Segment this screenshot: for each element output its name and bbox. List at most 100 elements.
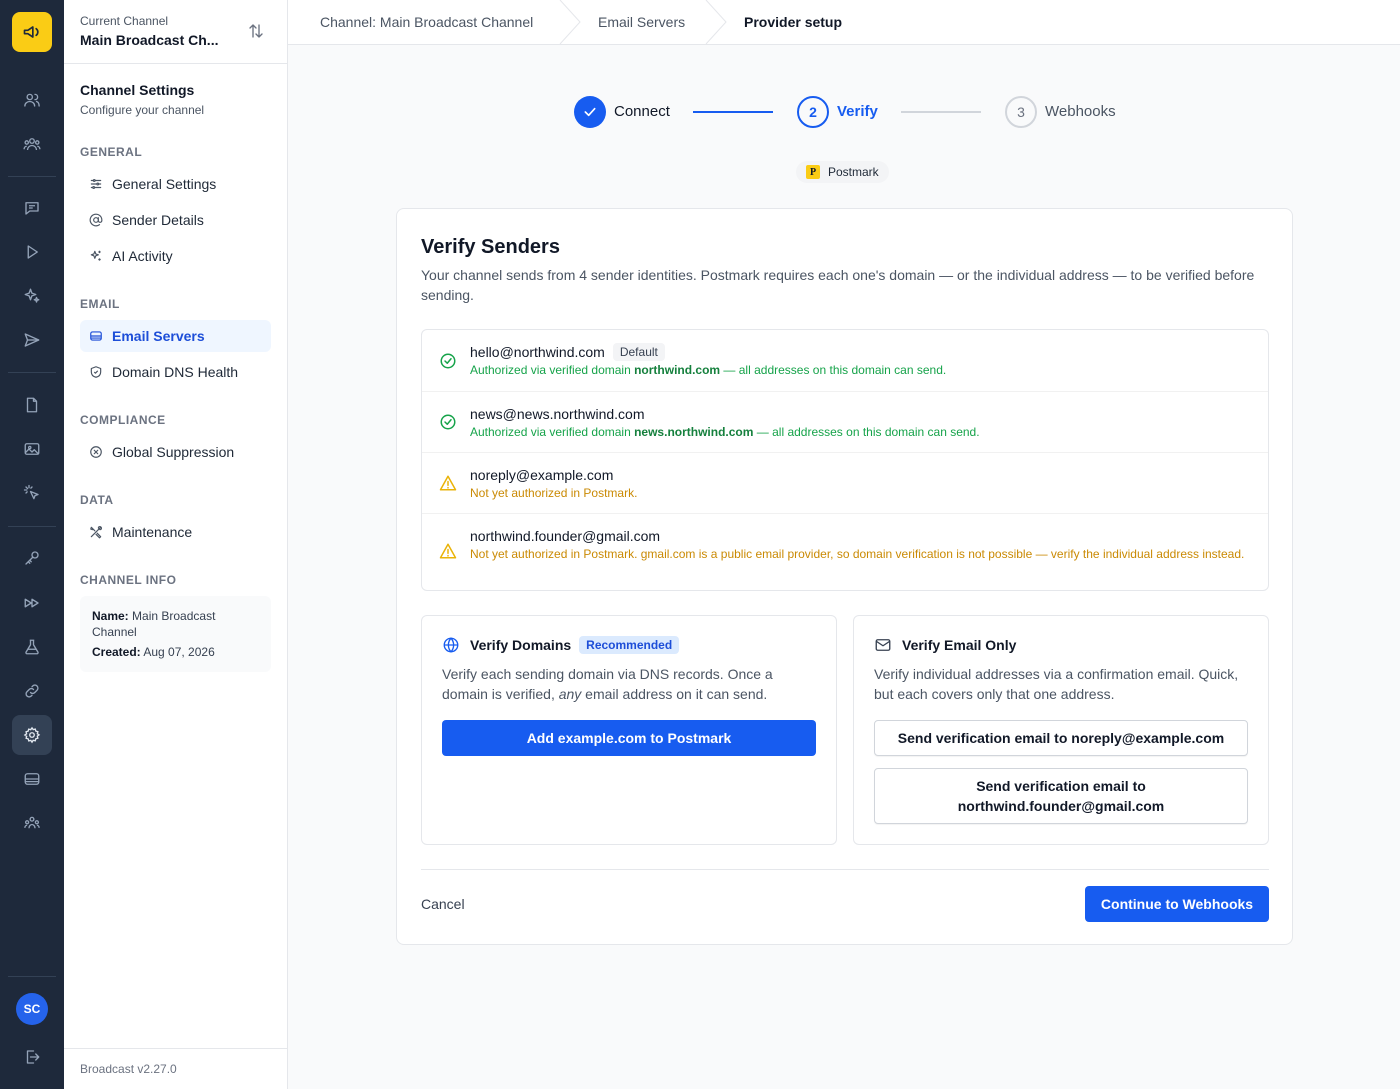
recommended-badge: Recommended bbox=[579, 636, 680, 654]
users-icon[interactable] bbox=[12, 80, 52, 120]
channel-name: Main Broadcast Ch... bbox=[80, 32, 219, 48]
at-sign-icon bbox=[88, 212, 104, 228]
breadcrumb-separator-icon bbox=[559, 0, 581, 44]
sender-row: northwind.founder@gmail.com Not yet auth… bbox=[422, 514, 1268, 591]
verify-email-title: Verify Email Only bbox=[902, 637, 1017, 653]
user-group-icon[interactable] bbox=[12, 124, 52, 164]
breadcrumb-provider-setup: Provider setup bbox=[744, 14, 843, 30]
channel-info-name: Name: Main Broadcast Channel bbox=[92, 609, 216, 639]
section-label-channel-info: CHANNEL INFO bbox=[80, 573, 177, 587]
channel-info-box: Name: Main Broadcast Channel Created: Au… bbox=[80, 596, 271, 672]
breadcrumb-channel[interactable]: Channel: Main Broadcast Channel bbox=[320, 0, 533, 44]
app-version: Broadcast v2.27.0 bbox=[64, 1048, 287, 1089]
verify-domains-description: Verify each sending domain via DNS recor… bbox=[442, 666, 773, 702]
megaphone-icon[interactable] bbox=[12, 12, 52, 52]
section-label-general: GENERAL bbox=[80, 145, 143, 159]
shield-icon bbox=[88, 364, 104, 380]
send-icon[interactable] bbox=[12, 320, 52, 360]
chat-icon[interactable] bbox=[12, 188, 52, 228]
document-icon[interactable] bbox=[12, 385, 52, 425]
provider-badge: P Postmark bbox=[796, 161, 889, 183]
swap-icon[interactable] bbox=[247, 22, 265, 40]
step-connector bbox=[901, 111, 981, 113]
sidebar-item-ai-activity[interactable]: AI Activity bbox=[80, 240, 271, 272]
provider-name: Postmark bbox=[828, 165, 879, 179]
sidebar-item-domain-dns-health[interactable]: Domain DNS Health bbox=[80, 356, 271, 388]
sidebar-item-label: Email Servers bbox=[112, 328, 205, 344]
sender-email: news@news.northwind.com bbox=[470, 406, 645, 422]
logout-icon[interactable] bbox=[12, 1037, 52, 1077]
section-label-email: EMAIL bbox=[80, 297, 120, 311]
sparkles-icon[interactable] bbox=[12, 276, 52, 316]
sender-status: Authorized via verified domain news.nort… bbox=[470, 425, 980, 439]
page-title: Verify Senders bbox=[421, 236, 560, 258]
warning-icon bbox=[439, 474, 457, 492]
verify-domains-header: Verify Domains Recommended bbox=[442, 636, 680, 654]
continue-button[interactable]: Continue to Webhooks bbox=[1085, 886, 1269, 922]
add-domain-button[interactable]: Add example.com to Postmark bbox=[442, 720, 816, 756]
sender-row: news@news.northwind.com Authorized via v… bbox=[422, 392, 1268, 453]
cursor-click-icon[interactable] bbox=[12, 473, 52, 513]
step-connector bbox=[693, 111, 773, 113]
sidebar-item-label: Sender Details bbox=[112, 212, 204, 228]
verify-email-description: Verify individual addresses via a confir… bbox=[874, 666, 1239, 702]
forward-icon[interactable] bbox=[12, 583, 52, 623]
play-icon[interactable] bbox=[12, 232, 52, 272]
step-number-webhooks: 3 bbox=[1005, 96, 1037, 128]
sliders-icon bbox=[88, 176, 104, 192]
image-icon[interactable] bbox=[12, 429, 52, 469]
sender-row: noreply@example.com Not yet authorized i… bbox=[422, 453, 1268, 514]
team-icon[interactable] bbox=[12, 803, 52, 843]
breadcrumb-email-servers[interactable]: Email Servers bbox=[598, 0, 685, 44]
settings-sidebar: Current Channel Main Broadcast Ch... Cha… bbox=[64, 0, 288, 1089]
key-icon[interactable] bbox=[12, 538, 52, 578]
sparkles-icon bbox=[88, 248, 104, 264]
verify-domains-title: Verify Domains bbox=[470, 637, 572, 653]
verify-domains-option: Verify Domains Recommended Verify each s… bbox=[421, 615, 837, 845]
channel-switcher[interactable]: Current Channel Main Broadcast Ch... bbox=[64, 0, 287, 64]
step-label-connect: Connect bbox=[614, 103, 670, 120]
sidebar-item-maintenance[interactable]: Maintenance bbox=[80, 516, 271, 548]
sidebar-item-global-suppression[interactable]: Global Suppression bbox=[80, 436, 271, 468]
sidebar-item-label: Domain DNS Health bbox=[112, 364, 239, 380]
gear-icon[interactable] bbox=[12, 715, 52, 755]
step-number-verify: 2 bbox=[797, 96, 829, 128]
default-badge: Default bbox=[612, 343, 665, 361]
sidebar-item-label: General Settings bbox=[112, 176, 217, 192]
sender-row: hello@northwind.com Default Authorized v… bbox=[422, 330, 1268, 392]
sidebar-item-label: Maintenance bbox=[112, 524, 193, 540]
server-icon[interactable] bbox=[12, 759, 52, 799]
section-label-data: DATA bbox=[80, 493, 114, 507]
beaker-icon[interactable] bbox=[12, 627, 52, 667]
step-complete-check-icon bbox=[574, 96, 606, 128]
link-icon[interactable] bbox=[12, 671, 52, 711]
x-circle-icon bbox=[88, 444, 104, 460]
avatar[interactable]: SC bbox=[16, 993, 48, 1025]
verify-email-option: Verify Email Only Verify individual addr… bbox=[853, 615, 1269, 845]
sidebar-item-label: AI Activity bbox=[112, 248, 173, 264]
sidebar-item-general-settings[interactable]: General Settings bbox=[80, 168, 271, 200]
sender-list: hello@northwind.com Default Authorized v… bbox=[421, 329, 1269, 591]
sender-email: hello@northwind.com Default bbox=[470, 343, 665, 361]
cancel-button[interactable]: Cancel bbox=[421, 895, 465, 913]
icon-rail: SC bbox=[0, 0, 64, 1089]
step-label-verify: Verify bbox=[837, 103, 878, 120]
tools-icon bbox=[88, 524, 104, 540]
sidebar-title: Channel Settings bbox=[80, 82, 195, 98]
send-verification-button-noreply[interactable]: Send verification email to noreply@examp… bbox=[874, 720, 1248, 756]
channel-info-created: Created: Aug 07, 2026 bbox=[92, 645, 215, 659]
verify-email-header: Verify Email Only bbox=[874, 636, 1016, 654]
section-label-compliance: COMPLIANCE bbox=[80, 413, 166, 427]
postmark-logo-icon: P bbox=[806, 165, 820, 179]
verify-senders-card: Verify Senders Your channel sends from 4… bbox=[396, 208, 1293, 945]
sender-status: Not yet authorized in Postmark. bbox=[470, 486, 638, 500]
divider bbox=[421, 869, 1269, 870]
sidebar-item-sender-details[interactable]: Sender Details bbox=[80, 204, 271, 236]
server-icon bbox=[88, 328, 104, 344]
sidebar-item-email-servers[interactable]: Email Servers bbox=[80, 320, 271, 352]
envelope-icon bbox=[874, 636, 892, 654]
sender-email: northwind.founder@gmail.com bbox=[470, 528, 661, 544]
sidebar-subtitle: Configure your channel bbox=[80, 103, 205, 117]
breadcrumb-separator-icon bbox=[705, 0, 727, 44]
send-verification-button-gmail[interactable]: Send verification email to northwind.fou… bbox=[874, 768, 1248, 824]
